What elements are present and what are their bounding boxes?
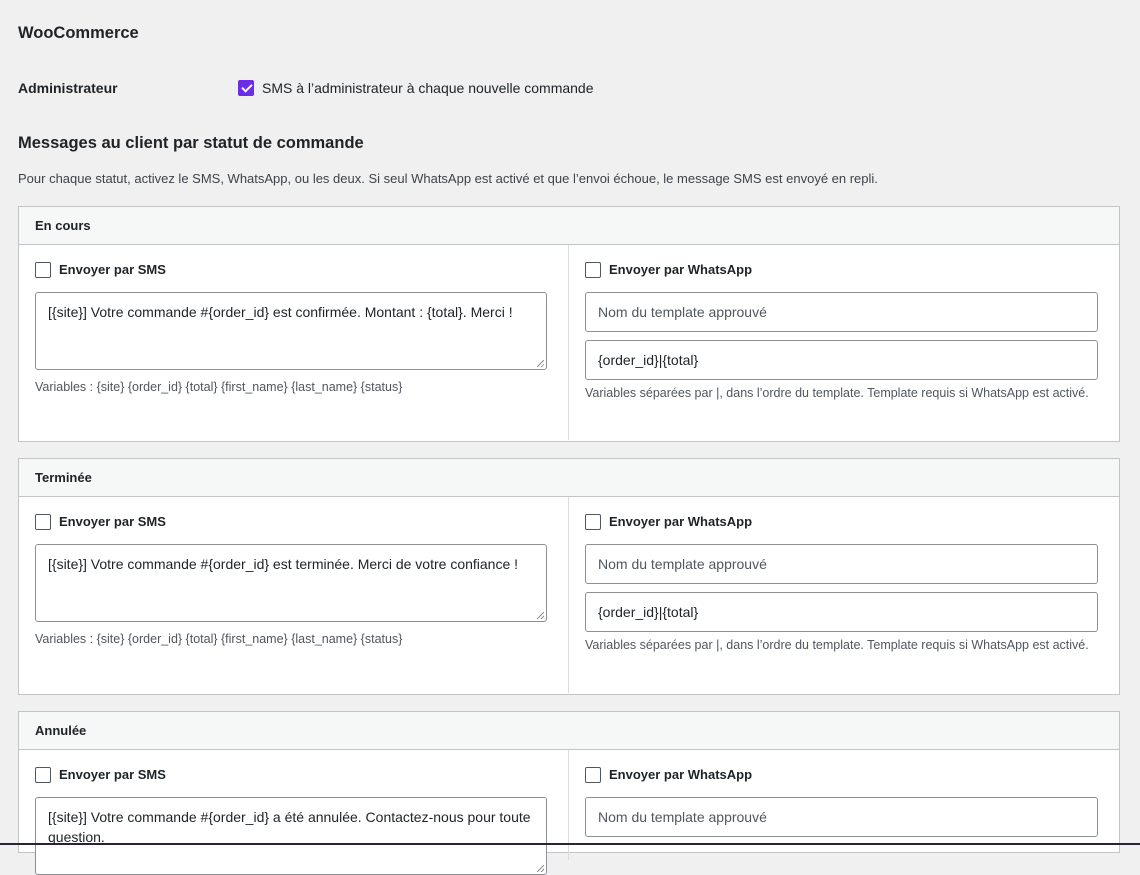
- whatsapp-option-label: Envoyer par WhatsApp: [609, 767, 753, 782]
- whatsapp-checkbox[interactable]: [585, 261, 601, 278]
- sms-checkbox[interactable]: [35, 766, 51, 783]
- sms-option[interactable]: Envoyer par SMS: [35, 513, 552, 530]
- sms-option-label: Envoyer par SMS: [59, 767, 166, 782]
- admin-row: Administrateur SMS à l’administrateur à …: [18, 79, 1120, 101]
- admin-sms-checkbox[interactable]: [238, 80, 254, 96]
- whatsapp-option-label: Envoyer par WhatsApp: [609, 262, 753, 277]
- sms-option[interactable]: Envoyer par SMS: [35, 766, 552, 783]
- sms-variables-hint: Variables : {site} {order_id} {total} {f…: [35, 632, 403, 646]
- admin-sms-option[interactable]: SMS à l’administrateur à chaque nouvelle…: [238, 80, 594, 96]
- status-card-processing: En cours Envoyer par SMS [{site}] Votre …: [18, 206, 1120, 442]
- whatsapp-option[interactable]: Envoyer par WhatsApp: [585, 261, 1103, 278]
- sms-option-label: Envoyer par SMS: [59, 514, 166, 529]
- sms-checkbox[interactable]: [35, 513, 51, 530]
- client-messages-description: Pour chaque statut, activez le SMS, What…: [18, 171, 878, 186]
- whatsapp-variables-hint: Variables séparées par |, dans l’ordre d…: [585, 386, 1089, 400]
- whatsapp-checkbox[interactable]: [585, 766, 601, 783]
- client-messages-title: Messages au client par statut de command…: [18, 134, 364, 152]
- sms-message-textarea[interactable]: [{site}] Votre commande #{order_id} est …: [35, 292, 547, 370]
- whatsapp-option-label: Envoyer par WhatsApp: [609, 514, 753, 529]
- whatsapp-variables-input[interactable]: {order_id}|{total}: [585, 340, 1098, 380]
- whatsapp-variables-input[interactable]: {order_id}|{total}: [585, 592, 1098, 632]
- admin-sms-label: SMS à l’administrateur à chaque nouvelle…: [262, 80, 594, 96]
- whatsapp-option[interactable]: Envoyer par WhatsApp: [585, 766, 1103, 783]
- sms-column: Envoyer par SMS [{site}] Votre commande …: [19, 497, 569, 693]
- sms-variables-hint: Variables : {site} {order_id} {total} {f…: [35, 380, 403, 394]
- status-card-title: En cours: [19, 207, 1119, 245]
- admin-label: Administrateur: [18, 80, 118, 96]
- whatsapp-checkbox[interactable]: [585, 513, 601, 530]
- sms-message-textarea[interactable]: [{site}] Votre commande #{order_id} a ét…: [35, 797, 547, 875]
- status-card-title: Annulée: [19, 712, 1119, 750]
- section-title-woocommerce: WooCommerce: [18, 24, 139, 42]
- whatsapp-template-input[interactable]: Nom du template approuvé: [585, 544, 1098, 584]
- whatsapp-template-input[interactable]: Nom du template approuvé: [585, 292, 1098, 332]
- sms-option[interactable]: Envoyer par SMS: [35, 261, 552, 278]
- status-card-completed: Terminée Envoyer par SMS [{site}] Votre …: [18, 458, 1120, 695]
- sms-checkbox[interactable]: [35, 261, 51, 278]
- status-card-title: Terminée: [19, 459, 1119, 497]
- whatsapp-option[interactable]: Envoyer par WhatsApp: [585, 513, 1103, 530]
- sms-message-textarea[interactable]: [{site}] Votre commande #{order_id} est …: [35, 544, 547, 622]
- sms-option-label: Envoyer par SMS: [59, 262, 166, 277]
- whatsapp-variables-hint: Variables séparées par |, dans l’ordre d…: [585, 638, 1089, 652]
- whatsapp-column: Envoyer par WhatsApp Nom du template app…: [569, 245, 1119, 440]
- whatsapp-template-input[interactable]: Nom du template approuvé: [585, 797, 1098, 837]
- whatsapp-column: Envoyer par WhatsApp Nom du template app…: [569, 497, 1119, 693]
- status-card-cancelled: Annulée Envoyer par SMS [{site}] Votre c…: [18, 711, 1120, 875]
- sms-column: Envoyer par SMS [{site}] Votre commande …: [19, 245, 569, 440]
